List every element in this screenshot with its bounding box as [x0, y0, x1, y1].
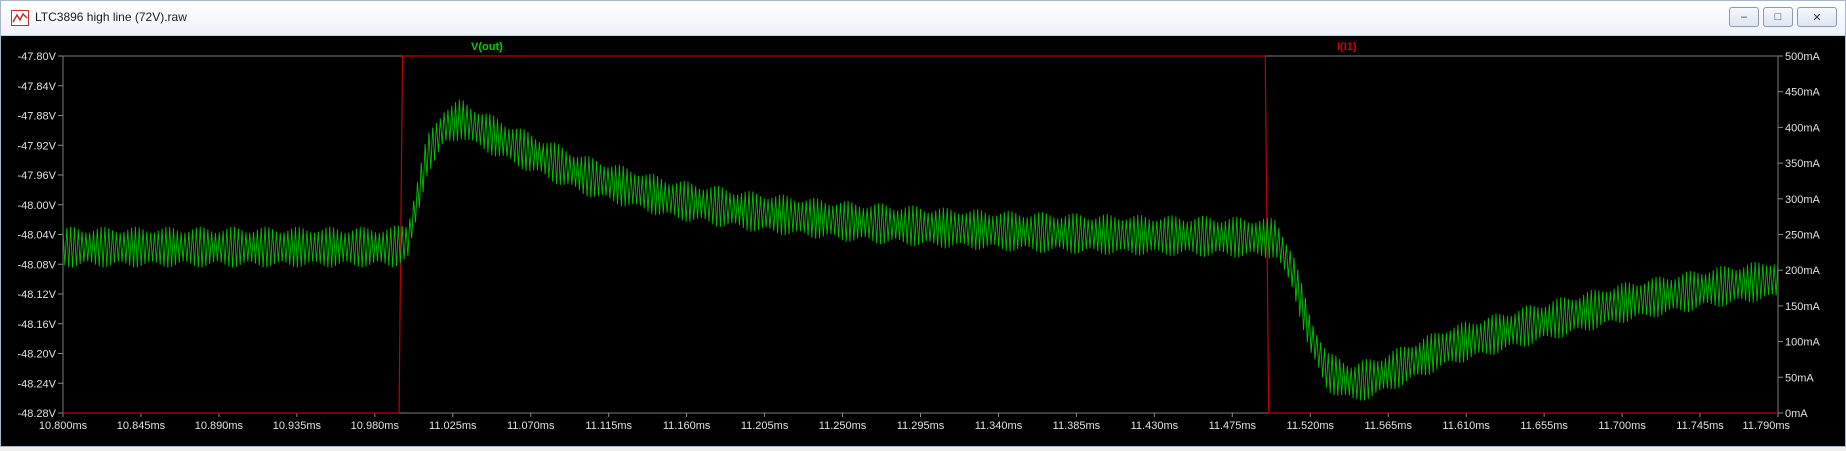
close-button[interactable]: ✕	[1797, 7, 1837, 27]
x-tick-label: 11.565ms	[1364, 420, 1412, 432]
left-tick-label: -48.04V	[17, 230, 56, 242]
x-tick-label: 11.790ms	[1743, 420, 1791, 432]
right-tick-label: 0mA	[1785, 408, 1808, 420]
right-tick-label: 50mA	[1785, 372, 1814, 384]
right-tick-label: 450mA	[1785, 87, 1821, 99]
x-tick-label: 11.520ms	[1287, 420, 1335, 432]
right-tick-label: 200mA	[1785, 265, 1821, 277]
legend-vout[interactable]: V(out)	[471, 41, 503, 53]
plot-pane[interactable]: -47.80V -47.84V -47.88V -47.92V -47.96V -48.0…	[1, 36, 1845, 446]
left-tick-label: -48.08V	[17, 259, 56, 271]
right-tick-label: 100mA	[1785, 337, 1821, 349]
traces	[62, 55, 1779, 414]
maximize-button[interactable]: □	[1763, 7, 1793, 27]
right-tick-label: 400mA	[1785, 122, 1821, 134]
left-tick-label: -47.80V	[17, 51, 56, 63]
x-tick-label: 11.205ms	[741, 420, 789, 432]
left-tick-label: -48.16V	[17, 319, 56, 331]
left-tick-label: -47.92V	[17, 140, 56, 152]
left-tick-label: -47.88V	[17, 111, 56, 123]
left-tick-label: -47.96V	[17, 170, 56, 182]
series-vout-trace	[62, 99, 1779, 401]
left-tick-label: -48.20V	[17, 349, 56, 361]
plot-frame	[62, 55, 1779, 414]
left-tick-label: -48.00V	[17, 200, 56, 212]
x-tick-label: 11.475ms	[1209, 420, 1257, 432]
x-tick-label: 11.385ms	[1053, 420, 1101, 432]
series-i1-trace	[63, 55, 1778, 414]
x-tick-label: 11.700ms	[1598, 420, 1646, 432]
x-tick-label: 10.800ms	[39, 420, 88, 432]
x-tick-label: 11.610ms	[1442, 420, 1490, 432]
x-tick-label: 11.160ms	[663, 420, 711, 432]
window-controls: – □ ✕	[1729, 7, 1837, 29]
x-tick-label: 10.980ms	[351, 420, 400, 432]
title-bar[interactable]: LTC3896 high line (72V).raw – □ ✕	[1, 1, 1845, 36]
x-tick-label: 11.025ms	[429, 420, 477, 432]
waveform-app-icon	[11, 10, 29, 26]
minimize-button[interactable]: –	[1729, 7, 1759, 27]
left-tick-label: -48.28V	[17, 408, 56, 420]
left-tick-label: -48.12V	[17, 289, 56, 301]
x-tick-label: 11.250ms	[819, 420, 867, 432]
window-title: LTC3896 high line (72V).raw	[35, 10, 187, 24]
x-tick-label: 10.935ms	[273, 420, 322, 432]
x-tick-label: 11.430ms	[1131, 420, 1179, 432]
right-tick-label: 300mA	[1785, 194, 1821, 206]
x-tick-label: 11.340ms	[975, 420, 1023, 432]
left-axis: -47.80V -47.84V -47.88V -47.92V -47.96V -48.0…	[17, 51, 63, 420]
x-tick-label: 11.115ms	[585, 420, 632, 432]
x-tick-label: 10.845ms	[117, 420, 166, 432]
waveform-window: LTC3896 high line (72V).raw – □ ✕ -47.80…	[0, 0, 1846, 447]
right-tick-label: 500mA	[1785, 51, 1821, 63]
x-tick-label: 11.655ms	[1520, 420, 1568, 432]
left-tick-label: -47.84V	[17, 81, 56, 93]
legend-i1[interactable]: I(I1)	[1337, 41, 1357, 53]
right-axis: 500mA 450mA 400mA 350mA 300mA 250mA 200mA 150mA…	[1778, 51, 1821, 420]
x-tick-label: 11.070ms	[507, 420, 555, 432]
right-tick-label: 250mA	[1785, 230, 1821, 242]
x-tick-label: 10.890ms	[195, 420, 244, 432]
right-tick-label: 350mA	[1785, 158, 1821, 170]
x-tick-label: 11.295ms	[897, 420, 945, 432]
x-axis: 10.800ms 10.845ms 10.890ms 10.935ms 10.980ms…	[39, 413, 1791, 432]
waveform-chart[interactable]: -47.80V -47.84V -47.88V -47.92V -47.96V -48.0…	[1, 36, 1845, 446]
left-tick-label: -48.24V	[17, 378, 56, 390]
x-tick-label: 11.745ms	[1676, 420, 1724, 432]
right-tick-label: 150mA	[1785, 301, 1821, 313]
